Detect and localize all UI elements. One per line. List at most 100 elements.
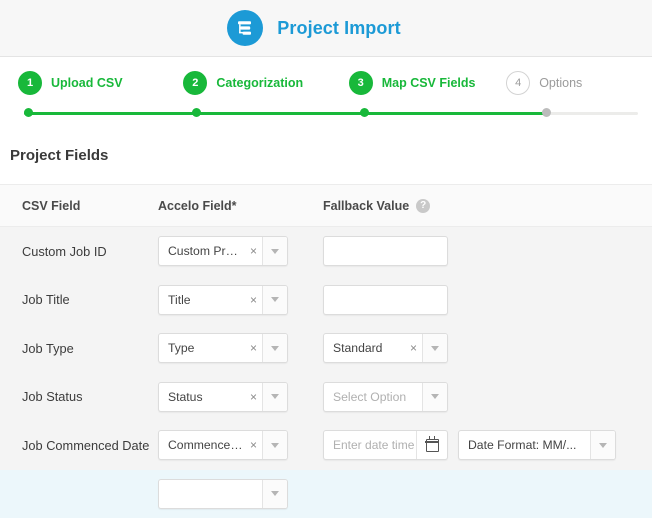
app-header: Project Import [0, 0, 652, 57]
row-label-job-title: Job Title [22, 292, 70, 308]
help-icon[interactable]: ? [416, 198, 431, 213]
stepper-progress-track [18, 108, 644, 118]
progress-dot-3 [360, 108, 369, 117]
select-value: Status [168, 389, 203, 404]
select-value: Custom Project ID [168, 244, 244, 259]
chevron-down-icon[interactable] [262, 285, 287, 314]
clear-icon[interactable]: × [248, 439, 257, 451]
step-number-2: 2 [183, 71, 208, 95]
accelo-field-select-job-status[interactable]: Status × [158, 381, 288, 412]
select-body[interactable]: Select Option [324, 383, 422, 411]
accelo-field-select-job-title[interactable]: Title × [158, 284, 288, 315]
select-body[interactable]: Type × [159, 334, 262, 362]
select-body[interactable]: Status × [159, 383, 262, 411]
select-body[interactable]: Custom Project ID × [159, 237, 262, 265]
fallback-input-custom-job-id[interactable] [323, 236, 448, 267]
table-row: Job Status Status × Select Option [0, 373, 652, 422]
accelo-field-select-job-commenced-date[interactable]: Commenced Date × [158, 430, 288, 461]
section-title-project-fields: Project Fields [10, 147, 109, 164]
chevron-down-icon[interactable] [262, 431, 287, 460]
accelo-field-cell: Commenced Date × [158, 430, 323, 461]
select-body[interactable]: Commenced Date × [159, 431, 262, 459]
project-gantt-icon [227, 10, 264, 46]
select-placeholder: Select Option [333, 389, 407, 404]
chevron-down-icon[interactable] [262, 237, 287, 266]
fallback-input-job-title[interactable] [323, 284, 448, 315]
accelo-field-select-job-type[interactable]: Type × [158, 333, 288, 364]
accelo-field-cell: Title × [158, 284, 323, 315]
step-number-4: 4 [506, 71, 531, 95]
fallback-value-cell [323, 284, 652, 315]
accelo-field-cell [158, 478, 323, 509]
row-label-custom-job-id: Custom Job ID [22, 243, 107, 259]
select-body[interactable]: Standard × [324, 334, 422, 362]
chevron-down-icon[interactable] [262, 334, 287, 363]
accelo-field-cell: Custom Project ID × [158, 236, 323, 267]
clear-icon[interactable]: × [248, 294, 257, 306]
accelo-field-cell: Status × [158, 381, 323, 412]
column-header-fallback-label: Fallback Value [323, 198, 410, 213]
table-row: Job Commenced Date Commenced Date × Ente… [0, 421, 652, 470]
page-title: Project Import [277, 17, 401, 38]
stepper-labels: 1 Upload CSV 2 Categorization 3 Map CSV … [18, 71, 644, 95]
column-header-accelo-field: Accelo Field* [158, 198, 237, 213]
accelo-field-select-custom-job-id[interactable]: Custom Project ID × [158, 236, 288, 267]
chevron-down-icon[interactable] [422, 334, 447, 363]
fallback-select-job-type[interactable]: Standard × [323, 333, 448, 364]
table-row: Job Title Title × [0, 276, 652, 325]
fallback-value-cell [323, 236, 652, 267]
fallback-datetime-input-job-commenced-date[interactable]: Enter date time [323, 430, 448, 461]
datetime-placeholder[interactable]: Enter date time [324, 431, 416, 459]
app-header-inner: Project Import [227, 10, 401, 46]
date-format-select[interactable]: Date Format: MM/... [458, 430, 616, 461]
clear-icon[interactable]: × [248, 391, 257, 403]
project-fields-table: CSV Field Accelo Field* Fallback Value ?… [0, 184, 652, 518]
accelo-field-cell: Type × [158, 333, 323, 364]
select-body[interactable]: Date Format: MM/... [459, 431, 590, 459]
clear-icon[interactable]: × [248, 245, 257, 257]
table-row [0, 469, 652, 518]
select-body[interactable]: Title × [159, 286, 262, 314]
fallback-value-cell: Standard × [323, 333, 652, 364]
select-value: Title [168, 292, 191, 307]
chevron-down-icon[interactable] [422, 382, 447, 411]
select-value: Type [168, 341, 195, 356]
fallback-select-job-status[interactable]: Select Option [323, 381, 448, 412]
chevron-down-icon[interactable] [262, 382, 287, 411]
table-row: Job Type Type × Standard × [0, 324, 652, 373]
row-label-job-commenced-date: Job Commenced Date [22, 437, 150, 453]
select-body[interactable] [159, 480, 262, 508]
row-label-job-type: Job Type [22, 340, 74, 356]
progress-dot-4 [542, 108, 551, 117]
select-value: Commenced Date [168, 438, 244, 453]
fallback-value-cell: Select Option [323, 381, 652, 412]
progress-dot-2 [192, 108, 201, 117]
accelo-field-select-next[interactable] [158, 478, 288, 509]
table-header-row: CSV Field Accelo Field* Fallback Value ? [0, 185, 652, 227]
step-number-3: 3 [348, 71, 373, 95]
chevron-down-icon[interactable] [590, 431, 615, 460]
progress-track-fill [24, 112, 544, 115]
step-label-map-csv-fields: Map CSV Fields [381, 76, 476, 90]
clear-icon[interactable]: × [408, 342, 417, 354]
column-header-csv-field: CSV Field [22, 198, 81, 213]
column-header-fallback-value: Fallback Value ? [323, 198, 652, 213]
row-label-job-status: Job Status [22, 389, 83, 405]
calendar-icon[interactable] [416, 431, 447, 460]
step-options[interactable]: 4 Options [506, 71, 644, 95]
step-upload-csv[interactable]: 1 Upload CSV [18, 71, 183, 95]
select-value: Date Format: MM/... [468, 438, 577, 453]
step-label-categorization: Categorization [216, 76, 304, 90]
import-stepper: 1 Upload CSV 2 Categorization 3 Map CSV … [0, 57, 652, 133]
step-number-1: 1 [18, 71, 42, 95]
table-row: Custom Job ID Custom Project ID × [0, 227, 652, 276]
step-label-upload-csv: Upload CSV [51, 76, 123, 90]
progress-dot-1 [24, 108, 33, 117]
chevron-down-icon[interactable] [262, 479, 287, 508]
step-label-options: Options [539, 76, 583, 90]
clear-icon[interactable]: × [248, 342, 257, 354]
select-value: Standard [333, 341, 383, 356]
step-categorization[interactable]: 2 Categorization [183, 71, 348, 95]
fallback-value-cell: Enter date time Date Format: MM/... [323, 430, 652, 461]
step-map-csv-fields[interactable]: 3 Map CSV Fields [348, 71, 506, 95]
